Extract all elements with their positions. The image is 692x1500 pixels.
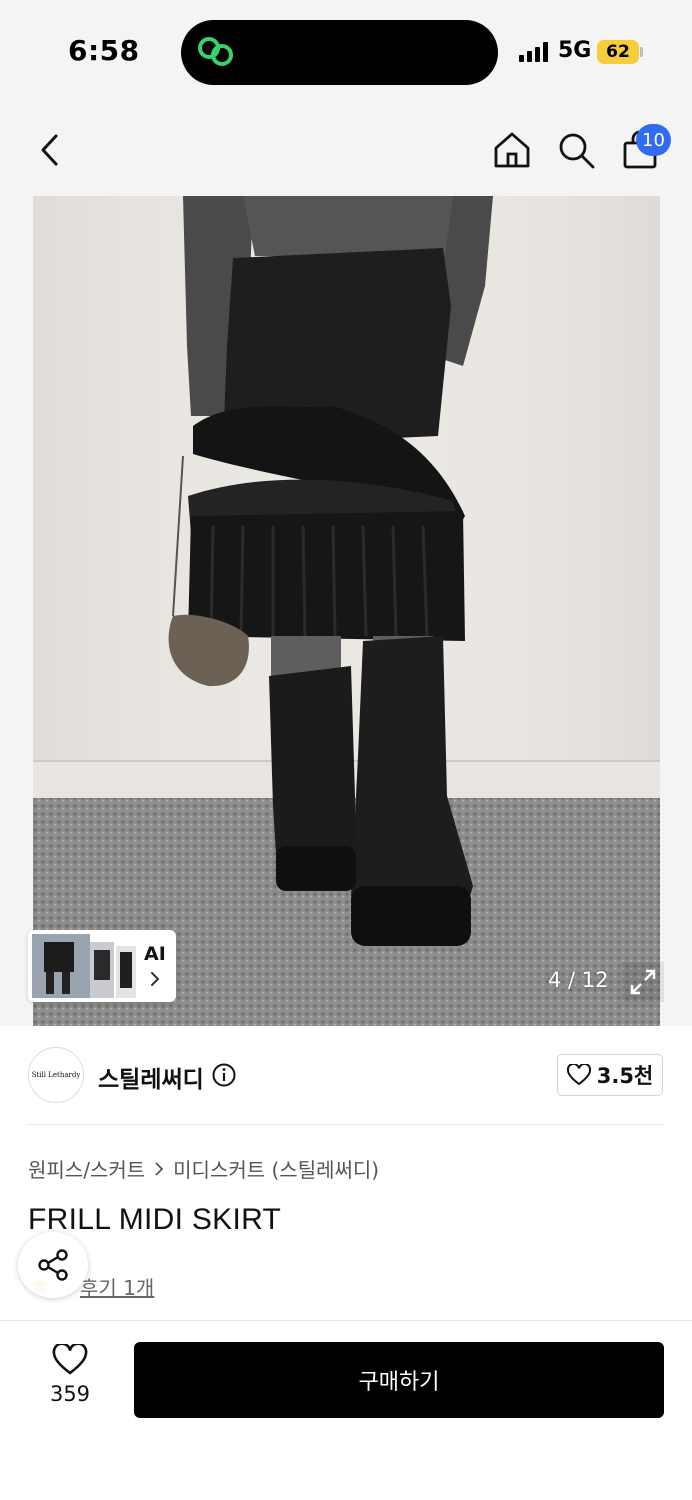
dynamic-island	[181, 20, 498, 85]
chevron-right-icon	[151, 972, 160, 986]
gallery-page-counter: 4 / 12	[548, 968, 609, 992]
share-icon	[38, 1249, 68, 1281]
wishlist-button[interactable]: 359	[36, 1344, 104, 1416]
link-rings-icon	[198, 37, 233, 66]
wishlist-count: 359	[49, 1382, 91, 1406]
product-title: FRILL MIDI SKIRT	[28, 1203, 282, 1236]
ai-similar-items-card[interactable]	[28, 930, 176, 1002]
product-image-gallery[interactable]	[0, 196, 692, 1026]
brand-like-count: 3.5천	[596, 1064, 654, 1088]
chevron-right-icon	[155, 1161, 164, 1176]
brand-like-button[interactable]: 3.5천	[557, 1054, 663, 1096]
brand-name[interactable]: 스틸레써디	[98, 1060, 204, 1094]
brand-logo[interactable]: Still Lethardy	[28, 1047, 84, 1103]
brand-logo-text: Still Lethardy	[31, 1071, 81, 1079]
chevron-left-icon	[41, 134, 58, 166]
search-button[interactable]	[554, 128, 598, 172]
breadcrumb-subcategory[interactable]: 미디스커트 (스틸레써디)	[173, 1154, 379, 1183]
heart-icon	[52, 1344, 88, 1375]
network-type: 5G	[558, 38, 592, 63]
top-nav-bar	[0, 100, 692, 196]
home-button[interactable]	[490, 128, 534, 172]
divider	[28, 1124, 664, 1125]
heart-icon	[566, 1064, 591, 1086]
ai-label: AI	[144, 943, 166, 965]
battery-indicator: 62	[597, 40, 639, 64]
info-icon[interactable]	[212, 1063, 236, 1087]
product-photo[interactable]	[33, 196, 660, 1026]
expand-image-button[interactable]	[622, 962, 664, 1002]
status-bar: 6:58 5G 62	[0, 0, 692, 100]
breadcrumb-category[interactable]: 원피스/스커트	[28, 1154, 145, 1183]
status-time: 6:58	[68, 34, 140, 67]
share-button[interactable]	[18, 1232, 88, 1298]
battery-tip	[640, 47, 643, 57]
back-button[interactable]	[28, 128, 72, 172]
home-icon	[494, 132, 530, 168]
breadcrumb: 원피스/스커트 미디스커트 (스틸레써디)	[28, 1154, 379, 1183]
expand-icon	[630, 969, 656, 995]
similar-item-thumbnails	[32, 934, 136, 998]
cart-count-badge: 10	[636, 124, 671, 156]
review-link[interactable]: 후기 1개	[80, 1272, 154, 1301]
search-icon	[559, 133, 595, 169]
buy-button[interactable]: 구매하기	[134, 1342, 664, 1418]
cellular-signal-icon	[519, 42, 548, 62]
